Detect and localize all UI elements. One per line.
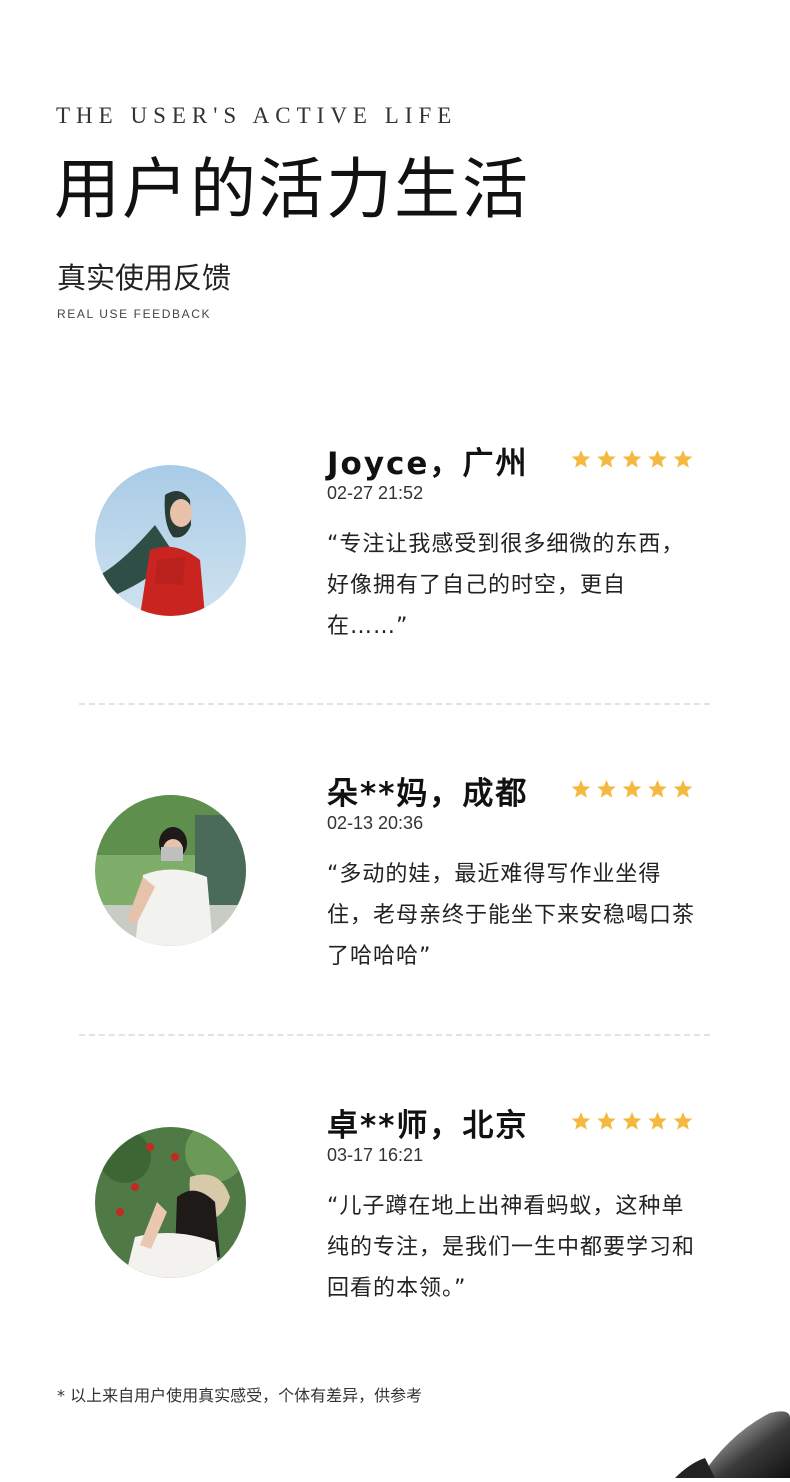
- page-title: 用户的活力生活: [54, 151, 530, 228]
- star-icon: [571, 450, 591, 468]
- star-rating: [571, 778, 695, 800]
- star-rating: [571, 448, 695, 470]
- star-icon: [571, 1112, 591, 1130]
- review-quote: “儿子蹲在地上出神看蚂蚁，这种单纯的专注，是我们一生中都要学习和回看的本领。”: [327, 1194, 696, 1301]
- review-quote: “多动的娃，最近难得写作业坐得住，老母亲终于能坐下来安稳喝口茶了哈哈哈”: [327, 862, 696, 969]
- star-icon: [622, 780, 642, 798]
- review-divider: [79, 703, 710, 705]
- star-icon: [622, 1112, 642, 1130]
- review-divider: [79, 1034, 710, 1036]
- star-icon: [571, 780, 591, 798]
- review-quote: “专注让我感受到很多细微的东西，好像拥有了自己的时空，更自在……”: [327, 532, 685, 639]
- star-icon: [648, 1112, 667, 1130]
- section-subtitle: 真实使用反馈: [57, 261, 232, 295]
- star-icon: [597, 1112, 616, 1130]
- reviewer-name: 卓**师，北京: [327, 1108, 529, 1144]
- review-timestamp: 03-17 16:21: [327, 1145, 424, 1165]
- star-icon: [648, 450, 667, 468]
- review-card-3: 卓**师，北京 03-17 16:21 “儿子蹲在地上出神看蚂蚁，这种单纯的专注…: [0, 1100, 790, 1400]
- review-timestamp: 02-27 21:52: [327, 483, 424, 503]
- star-icon: [648, 780, 667, 798]
- user-avatar-photo: [95, 1127, 246, 1278]
- review-card-2: 朵**妈，成都 02-13 20:36 “多动的娃，最近难得写作业坐得住，老母亲…: [0, 768, 790, 1068]
- star-icon: [597, 450, 616, 468]
- section-eyebrow: THE USER'S ACTIVE LIFE: [56, 103, 458, 128]
- star-icon: [673, 450, 693, 468]
- reviewer-name: Joyce，广州: [327, 446, 529, 482]
- star-icon: [622, 450, 642, 468]
- reviewer-name: 朵**妈，成都: [327, 776, 529, 812]
- user-avatar-photo: [95, 465, 246, 616]
- user-avatar-photo: [95, 795, 246, 946]
- star-icon: [673, 1112, 693, 1130]
- review-timestamp: 02-13 20:36: [327, 813, 424, 833]
- star-rating: [571, 1110, 695, 1132]
- product-photo-edge: [660, 1388, 790, 1478]
- section-subtitle-en: REAL USE FEEDBACK: [57, 307, 212, 321]
- disclaimer-note: * 以上来自用户使用真实感受，个体有差异，供参考: [57, 1386, 423, 1405]
- star-icon: [673, 780, 693, 798]
- review-card-1: Joyce，广州 02-27 21:52 “专注让我感受到很多细微的东西，好像拥…: [0, 438, 790, 738]
- star-icon: [597, 780, 616, 798]
